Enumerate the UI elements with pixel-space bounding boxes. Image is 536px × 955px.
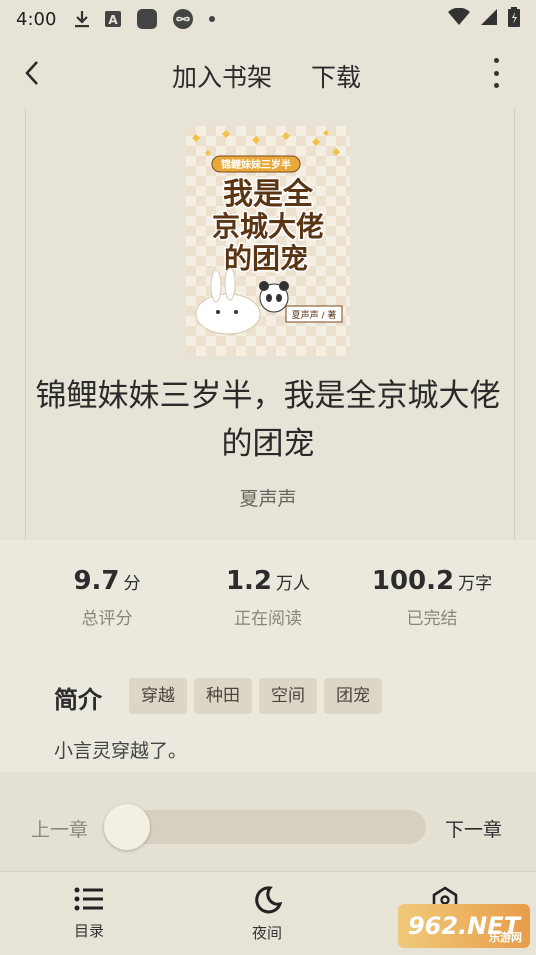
stat-readers: 1.2 万人 正在阅读 [225, 566, 311, 629]
cover-author-badge: 夏声声 / 著 [292, 309, 337, 321]
slider-thumb[interactable] [104, 804, 150, 850]
svg-text:我是全: 我是全 [223, 177, 314, 212]
more-vertical-icon[interactable] [486, 58, 506, 88]
a-icon: A [104, 10, 122, 28]
chevron-left-icon [25, 61, 38, 85]
tag-chip[interactable]: 种田 [194, 678, 252, 714]
download-button[interactable]: 下载 [311, 58, 361, 94]
infinity-icon [172, 8, 194, 30]
download-icon [74, 10, 90, 28]
book-title: 锦鲤妹妹三岁半，我是全京城大佬的团宠 [35, 378, 501, 462]
svg-text:的团宠: 的团宠 [224, 242, 308, 275]
dot-icon [208, 15, 216, 23]
status-right-icons [448, 6, 520, 32]
stat-words: 100.2 万字 已完结 [371, 566, 493, 629]
moon-icon [255, 886, 283, 914]
intro-heading: 简介 [54, 686, 102, 714]
back-button[interactable] [18, 56, 46, 90]
stat-rating: 9.7 分 总评分 [73, 566, 141, 629]
svg-text:A: A [109, 13, 119, 27]
top-bar: 加入书架 下载 [0, 38, 536, 108]
nav-catalog[interactable]: 目录 [44, 886, 134, 941]
tag-chip[interactable]: 团宠 [324, 678, 382, 714]
wifi-icon [448, 7, 470, 31]
status-bar: 4:00 A [0, 0, 536, 38]
prev-chapter-button[interactable]: 上一章 [31, 815, 88, 842]
chapter-progress-slider[interactable] [104, 810, 426, 844]
app-icon [136, 8, 158, 30]
tag-chip[interactable]: 穿越 [129, 678, 187, 714]
signal-icon [480, 8, 498, 31]
svg-text:京城大佬: 京城大佬 [212, 210, 324, 243]
list-icon [74, 887, 103, 911]
next-chapter-button[interactable]: 下一章 [445, 815, 502, 842]
tag-chip[interactable]: 空间 [259, 678, 317, 714]
add-to-shelf-button[interactable]: 加入书架 [172, 58, 272, 94]
cover-series-badge: 锦鲤妹妹三岁半 [221, 158, 291, 171]
book-cover: 锦鲤妹妹三岁半 我是全 京城大佬 的团宠 夏声声 / 著 [186, 126, 350, 356]
intro-text: 小言灵穿越了。 [54, 740, 188, 762]
book-author[interactable]: 夏声声 [0, 484, 536, 511]
battery-icon [508, 6, 520, 32]
site-watermark: 962.NET 乐游网 [398, 904, 530, 948]
status-time: 4:00 [16, 8, 57, 30]
nav-night-mode[interactable]: 夜间 [222, 886, 312, 943]
